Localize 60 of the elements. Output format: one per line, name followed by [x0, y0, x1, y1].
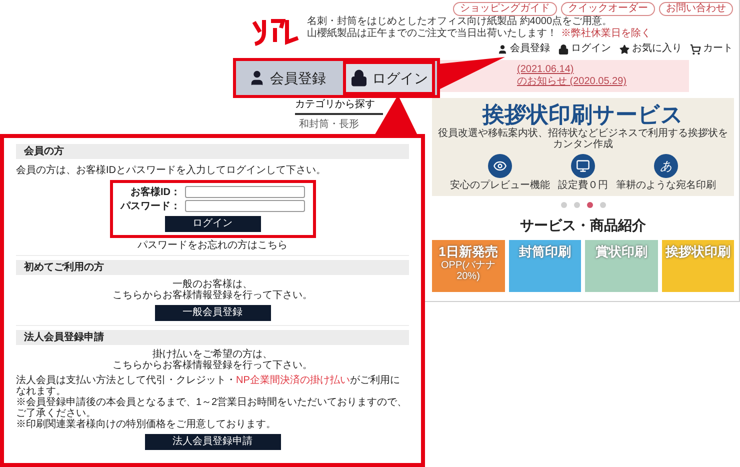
nav-link[interactable]: お気に入り	[619, 42, 682, 56]
cart-icon	[690, 44, 701, 54]
header-link[interactable]: お問い合わせ	[659, 2, 733, 16]
feature-label: 設定費０円	[558, 180, 608, 192]
nav-link[interactable]: 会員登録	[497, 42, 550, 56]
info-text: 一般のお客様は、	[172, 279, 252, 290]
section-heading: 法人会員登録申請	[16, 330, 409, 345]
notice-link[interactable]: (2021.06.14)	[517, 64, 574, 76]
product-title: 挨拶状印刷	[665, 244, 730, 260]
monitor-icon	[576, 159, 590, 173]
nav-label: カート	[703, 42, 733, 56]
callout-label: 会員登録	[270, 69, 326, 87]
lock-icon	[350, 69, 368, 87]
shipping-note: 山櫻紙製品は正午までのご注文で当日出荷いたします！	[307, 28, 557, 40]
callout-label: ログイン	[372, 69, 428, 87]
nav-label: お気に入り	[632, 42, 682, 56]
lock-icon	[558, 44, 569, 54]
register-button[interactable]: 法人会員登録申請	[144, 434, 280, 450]
note-text: 法人会員は支払い方法として代引・クレジット・NP企業間決済の掛け払いがご利用になれます。	[16, 375, 401, 397]
category-link[interactable]: 和封筒・長形	[295, 119, 359, 131]
input-field[interactable]	[184, 186, 304, 198]
person-icon	[497, 44, 508, 54]
nav-label: ログイン	[571, 42, 611, 56]
intro-text: 会員の方は、お客様IDとパスワードを入力してログインして下さい。	[16, 165, 327, 176]
shipping-footnote: ※弊社休業日を除く	[561, 28, 651, 40]
info-text: 掛け払いをご希望の方は、	[152, 349, 272, 360]
banner-title: 挨拶状印刷サービス	[482, 102, 684, 128]
note-text: ※印刷関連業者様向けの特別価格をご用意しております。	[16, 419, 277, 430]
feature-glyph: あ	[660, 160, 672, 172]
star-icon	[619, 44, 630, 54]
header-link[interactable]: ショッピングガイド	[453, 2, 557, 16]
nav-label: 会員登録	[510, 42, 550, 56]
payment-link[interactable]: NP企業間決済の掛け払い	[236, 375, 350, 386]
field-label: パスワード：	[120, 200, 180, 212]
section-heading: サービス・商品紹介	[520, 216, 646, 234]
input-field[interactable]	[184, 200, 304, 212]
note-text: ※会員登録申請後の本会員となるまで、1～2営業日お時間をいただいておりますので、ご了承ください。	[16, 397, 408, 419]
nav-link[interactable]: カート	[690, 42, 733, 56]
product-title: 賞状印刷	[595, 244, 648, 260]
notice-link[interactable]: のお知らせ (2020.05.29)	[517, 76, 626, 88]
banner[interactable]: 挨拶状印刷サービス 役員改選や移転案内状、招待状などビジネスで利用する挨拶状をカンタン作成 安心のプレビュー機能 設定費０円 あ 筆耕のような宛名印刷	[432, 98, 734, 196]
tagline-text: 名刺・封筒をはじめとしたオフィス向け紙製品 約4000点をご用意。	[307, 16, 614, 28]
product-subtitle: OPP(バナナ20%)	[440, 260, 496, 282]
product-title: 封筒印刷	[518, 244, 571, 260]
feature-label: 筆耕のような宛名印刷	[616, 180, 716, 192]
feature-label: 安心のプレビュー機能	[450, 180, 550, 192]
forgot-password-link[interactable]: パスワードをお忘れの方はこちら	[138, 240, 288, 251]
section-heading: 会員の方	[16, 144, 409, 159]
section-heading: 初めてご利用の方	[16, 260, 409, 275]
login-button[interactable]: ログイン	[164, 216, 260, 232]
logo-icon	[251, 16, 301, 46]
field-label: お客様ID：	[130, 186, 180, 198]
banner-subtitle: 役員改選や移転案内状、招待状などビジネスで利用する挨拶状をカンタン作成	[437, 128, 729, 150]
info-text: こちらからお客様情報登録を行って下さい。	[112, 290, 312, 301]
eye-icon	[493, 159, 507, 173]
nav-link[interactable]: ログイン	[558, 42, 611, 56]
register-button[interactable]: 一般会員登録	[154, 305, 270, 321]
header-link[interactable]: クイックオーダー	[561, 2, 655, 16]
info-text: こちらからお客様情報登録を行って下さい。	[112, 360, 312, 371]
product-title: 1日新発売	[438, 244, 498, 260]
